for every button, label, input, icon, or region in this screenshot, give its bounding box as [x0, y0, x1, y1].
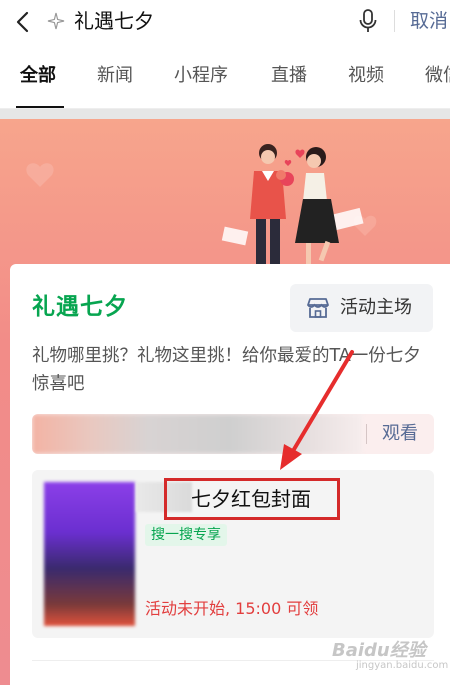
search-divider	[394, 10, 395, 32]
live-stream-row[interactable]: 观看	[32, 414, 434, 454]
annotation-highlight-box	[164, 478, 340, 520]
host-button-label: 活动主场	[340, 297, 412, 318]
microphone-icon[interactable]	[357, 8, 379, 34]
sparkle-icon	[47, 12, 65, 30]
watch-button[interactable]: 观看	[382, 421, 418, 447]
store-icon	[307, 298, 329, 318]
live-divider	[366, 424, 367, 444]
activity-host-button[interactable]: 活动主场	[290, 284, 433, 332]
baidu-watermark-url: jingyan.baidu.com	[356, 660, 449, 671]
claim-status: 活动未开始, 15:00 可领	[145, 599, 319, 618]
tab-wechat[interactable]: 微信	[425, 64, 450, 88]
cover-thumbnail	[44, 482, 135, 626]
tab-bar: 全部 新闻 小程序 直播 视频 微信	[0, 46, 450, 109]
red-packet-cover-item[interactable]: 七夕红包封面 搜一搜专享 活动未开始, 15:00 可领	[32, 470, 434, 638]
blurred-live-title	[32, 414, 362, 454]
search-bar: 礼遇七夕 取消	[0, 0, 450, 44]
tab-all[interactable]: 全部	[20, 64, 56, 88]
tab-live[interactable]: 直播	[271, 64, 307, 88]
tab-news[interactable]: 新闻	[97, 64, 133, 88]
exclusive-tag: 搜一搜专享	[145, 524, 227, 546]
cancel-button[interactable]: 取消	[410, 7, 448, 35]
activity-card: 礼遇七夕 活动主场 礼物哪里挑？礼物这里挑！给你最爱的TA一份七夕惊喜吧 观看 …	[10, 264, 450, 685]
tab-mini-programs[interactable]: 小程序	[174, 64, 228, 88]
baidu-watermark: Baidu经验	[332, 640, 426, 661]
section-separator	[0, 109, 450, 119]
card-title: 礼遇七夕	[32, 294, 128, 320]
card-description: 礼物哪里挑？礼物这里挑！给你最爱的TA一份七夕惊喜吧	[32, 346, 421, 394]
couple-illustration	[26, 144, 377, 267]
tab-video[interactable]: 视频	[348, 64, 384, 88]
back-icon[interactable]	[12, 10, 34, 34]
search-input[interactable]: 礼遇七夕	[74, 7, 154, 35]
